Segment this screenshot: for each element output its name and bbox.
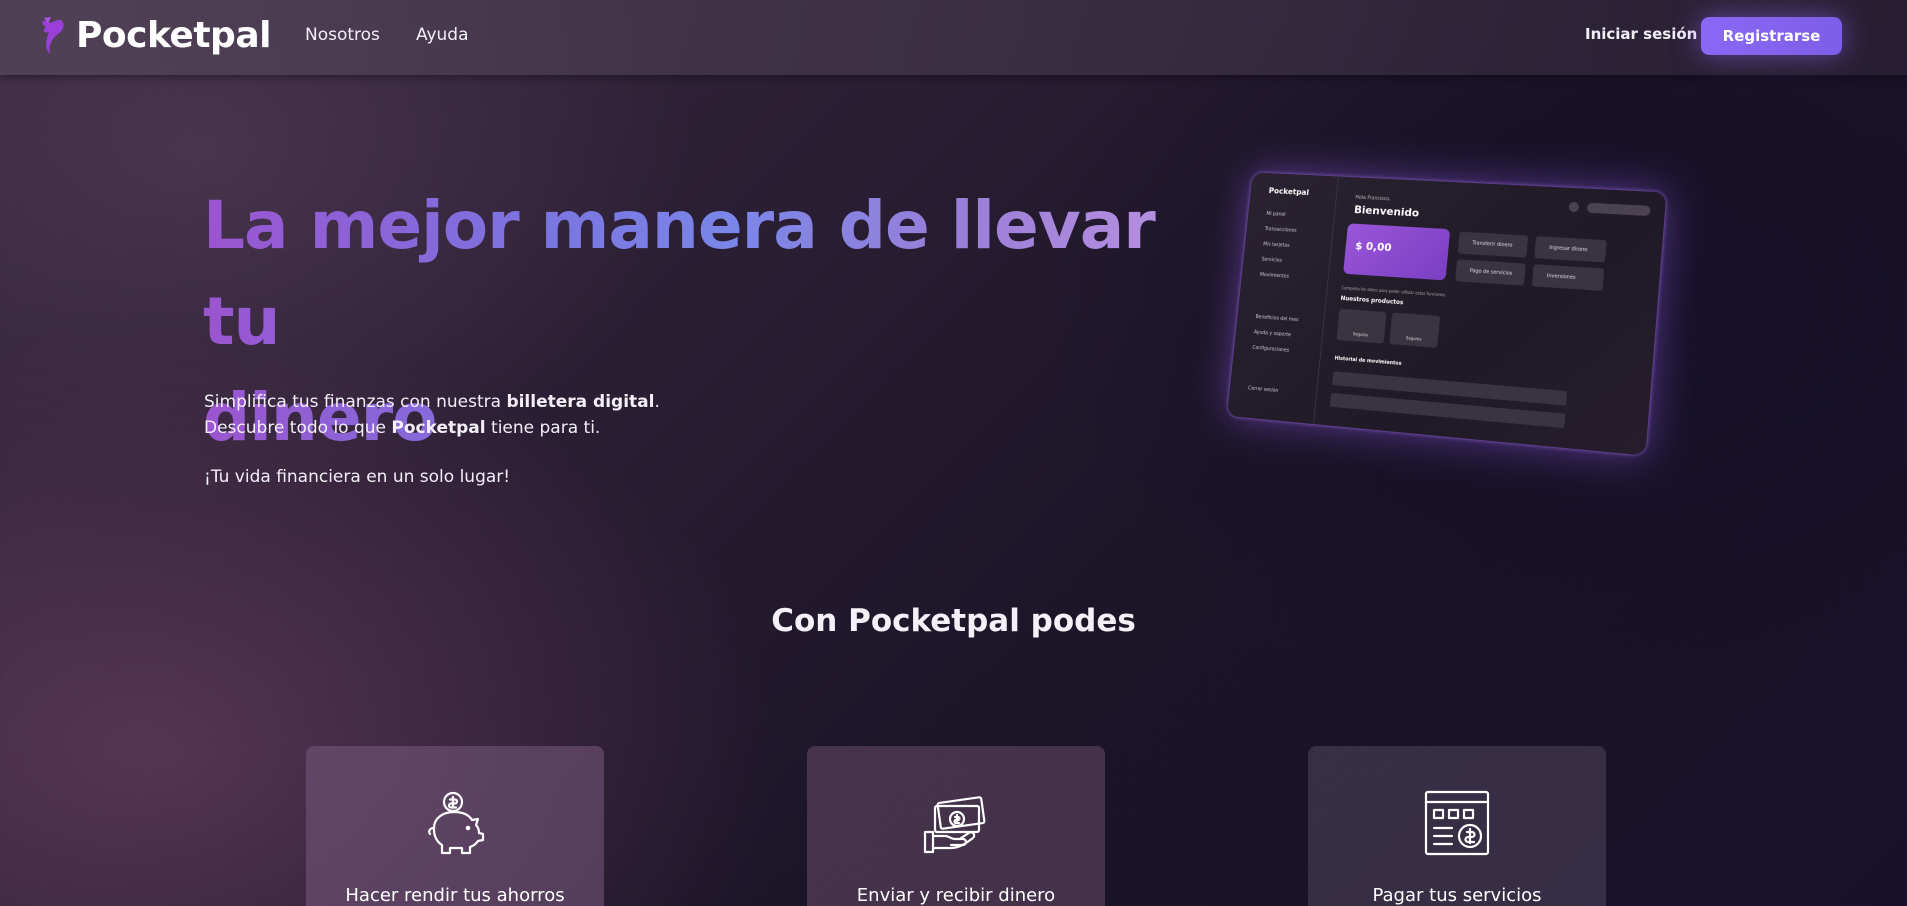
mockup-sidebar-item: Ayuda y soporte	[1253, 329, 1292, 339]
mockup-product-tile: Seguros	[1389, 312, 1441, 348]
mockup-sidebar-item: Cerrar sesión	[1247, 385, 1279, 395]
mockup-action: Ingresar dinero	[1534, 236, 1607, 263]
feature-card-services[interactable]: Pagar tus servicios	[1308, 746, 1606, 906]
mockup-products-title: Nuestros productos	[1340, 294, 1404, 307]
mockup-sidebar-item: Beneficios del mes	[1255, 314, 1299, 324]
hero-paragraph-1: Simplifica tus finanzas con nuestra bill…	[204, 392, 660, 412]
mockup-action: Pago de servicios	[1455, 259, 1526, 286]
feature-card-transfers[interactable]: Enviar y recibir dinero	[807, 746, 1105, 906]
mockup-sidebar-item: Servicios	[1261, 256, 1283, 264]
login-link[interactable]: Iniciar sesión	[1585, 25, 1697, 43]
mockup-history-title: Historial de movimientos	[1334, 355, 1402, 367]
mockup-sidebar-item: Movimientos	[1259, 271, 1290, 280]
mockup-sidebar-item: Transacciones	[1264, 226, 1297, 234]
mockup-balance: $ 0,00	[1354, 239, 1393, 255]
mockup-welcome: Bienvenido	[1353, 203, 1420, 220]
register-button[interactable]: Registrarse	[1701, 17, 1842, 55]
brand-logo[interactable]: Pocketpal	[38, 14, 271, 56]
mockup-sidebar: Pocketpal Mi panel Transacciones Mis tar…	[1226, 172, 1339, 425]
feature-card-label: Hacer rendir tus ahorros	[345, 885, 565, 906]
pocketpal-logo-icon	[42, 17, 64, 54]
mockup-user-chip	[1586, 202, 1651, 217]
mockup-sidebar-item: Mi panel	[1266, 211, 1286, 218]
nav-link-nosotros[interactable]: Nosotros	[305, 25, 380, 45]
mockup-action: Inversiones	[1531, 264, 1605, 291]
hero-tagline: ¡Tu vida financiera en un solo lugar!	[204, 467, 511, 487]
mockup-sidebar-item: Configuraciones	[1252, 344, 1290, 354]
mockup-notification-icon	[1568, 201, 1580, 213]
brand-name: Pocketpal	[76, 14, 271, 56]
feature-card-label: Pagar tus servicios	[1372, 885, 1542, 906]
bill-payment-icon	[1424, 790, 1490, 856]
dashboard-mockup: Pocketpal Mi panel Transacciones Mis tar…	[1226, 172, 1667, 456]
piggy-bank-icon	[428, 791, 485, 855]
feature-card-savings[interactable]: Hacer rendir tus ahorros	[306, 746, 604, 906]
mockup-action: Transferir dinero	[1457, 231, 1529, 258]
features-title: Con Pocketpal podes	[771, 603, 1136, 639]
hero-title-line1: La mejor manera de llevar tu	[203, 187, 1155, 360]
hero-paragraph-2: Descubre todo lo que Pocketpal tiene par…	[204, 418, 601, 438]
mockup-greeting: Hola Francisco,	[1355, 194, 1391, 203]
top-navbar: Pocketpal Nosotros Ayuda Iniciar sesión …	[0, 0, 1907, 75]
mockup-sidebar-item: Mis tarjetas	[1262, 241, 1290, 249]
mockup-balance-card: $ 0,00	[1343, 223, 1451, 281]
feature-card-label: Enviar y recibir dinero	[856, 885, 1056, 906]
mockup-product-tile: Seguros	[1336, 308, 1387, 344]
nav-link-ayuda[interactable]: Ayuda	[416, 25, 469, 45]
money-hand-icon	[923, 796, 986, 854]
mockup-brand: Pocketpal	[1268, 186, 1310, 198]
